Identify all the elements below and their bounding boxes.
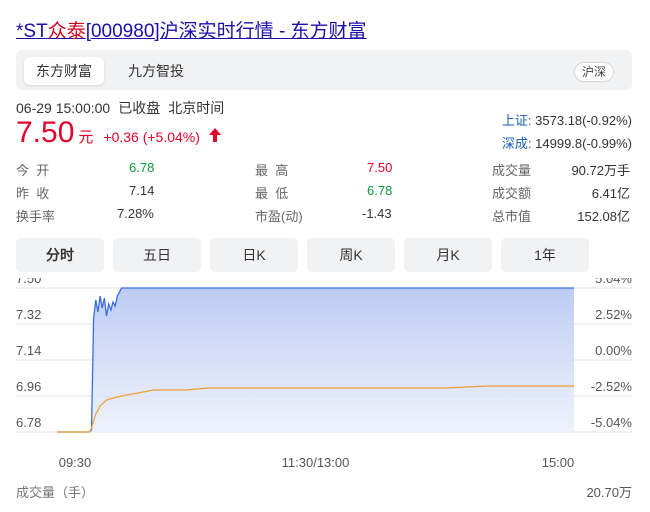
chart-series	[57, 287, 574, 433]
y-tick-right: 5.04%	[595, 278, 632, 286]
y-tick-right: -2.52%	[591, 379, 633, 394]
page-title-link[interactable]: *ST众泰[000980]沪深实时行情 - 东方财富	[16, 16, 367, 43]
stat-low-label: 最 低	[255, 186, 289, 201]
stat-market-cap: 总市值	[492, 206, 531, 225]
y-tick-left: 7.32	[16, 307, 41, 322]
stat-pe-label: 市盈(动)	[255, 209, 303, 224]
quote-status: 已收盘	[118, 100, 161, 116]
index-shenzhen-value: 14999.8(-0.99%)	[535, 136, 632, 151]
index-shenzhen-name: 深成:	[501, 136, 532, 151]
tab-five-day[interactable]: 五日	[113, 238, 201, 272]
tab-monthly-k[interactable]: 月K	[404, 238, 492, 272]
source-tab-bar: 东方财富 九方智投 沪深	[16, 50, 632, 90]
volume-label: 成交量（手）	[16, 485, 95, 500]
y-tick-left: 7.50	[16, 278, 41, 286]
y-tick-right: 2.52%	[595, 307, 632, 322]
title-prefix: *ST	[16, 21, 48, 42]
quote-timezone: 北京时间	[168, 100, 225, 116]
y-tick-left: 6.78	[16, 415, 41, 430]
index-shanghai[interactable]: 上证: 3573.18(-0.92%)	[502, 110, 632, 129]
stat-pe: 市盈(动)	[255, 206, 303, 225]
stat-high: 最 高	[255, 160, 288, 179]
stat-market-cap-label: 总市值	[492, 209, 532, 224]
stat-open-label: 今 开	[16, 163, 50, 178]
stat-amount-label: 成交额	[492, 186, 532, 201]
stat-high-value: 7.50	[367, 160, 393, 175]
price-unit: 元	[78, 129, 94, 146]
stat-open: 今 开	[16, 160, 49, 179]
volume-max-value: 20.70万	[586, 485, 632, 500]
price-area	[57, 288, 574, 432]
stat-prev-close: 昨 收	[16, 183, 49, 202]
tab-intraday[interactable]: 分时	[16, 238, 104, 272]
index-shanghai-name: 上证:	[501, 113, 532, 128]
current-price: 7.50	[16, 116, 75, 149]
x-tick: 15:00	[542, 455, 575, 470]
stat-prev-close-label: 昨 收	[16, 186, 50, 201]
up-arrow-icon	[208, 127, 222, 148]
y-tick-right: 0.00%	[595, 343, 632, 358]
price-row: 7.50 元 +0.36 (+5.04%)	[16, 116, 222, 156]
stat-high-label: 最 高	[255, 163, 289, 178]
stat-amount: 成交额	[492, 183, 531, 202]
stat-pe-value: -1.43	[362, 206, 392, 221]
stat-low-value: 6.78	[367, 183, 393, 198]
index-shanghai-value: 3573.18(-0.92%)	[535, 113, 632, 128]
index-shenzhen[interactable]: 深成: 14999.8(-0.99%)	[502, 133, 632, 152]
y-tick-left: 6.96	[16, 379, 41, 394]
intraday-chart[interactable]: 7.50 5.04% 7.32 2.52% 7.14 0.00% 6.96 -2.52% 6.7…	[0, 278, 650, 478]
quote-datetime: 06-29 15:00:00	[16, 100, 111, 116]
stat-volume-label: 成交量	[492, 163, 532, 178]
stat-market-cap-value: 152.08亿	[577, 209, 630, 224]
title-suffix: [000980]沪深实时行情 - 东方财富	[85, 21, 367, 42]
tab-eastmoney[interactable]: 东方财富	[24, 57, 104, 85]
tab-one-year[interactable]: 1年	[501, 238, 589, 272]
stat-turnover: 换手率	[16, 206, 55, 225]
stat-prev-close-value: 7.14	[129, 183, 155, 198]
stat-volume-value: 90.72万手	[571, 163, 630, 178]
x-tick: 09:30	[59, 455, 92, 470]
y-tick-right: -5.04%	[591, 415, 633, 430]
title-stock-name: 众泰	[47, 21, 86, 42]
stat-low: 最 低	[255, 183, 288, 202]
x-tick: 11:30/13:00	[282, 455, 350, 470]
stat-turnover-value: 7.28%	[117, 206, 154, 221]
y-tick-left: 7.14	[16, 343, 41, 358]
stats-grid: 今 开 6.78 昨 收 7.14 换手率 7.28% 最 高 7.50 最 低…	[16, 156, 632, 228]
price-change: +0.36 (+5.04%)	[103, 129, 200, 145]
period-tabs: 分时 五日 日K 周K 月K 1年	[16, 238, 632, 272]
stat-amount-value: 6.41亿	[591, 186, 630, 201]
market-badge[interactable]: 沪深	[573, 62, 614, 82]
stat-turnover-label: 换手率	[16, 209, 56, 224]
tab-weekly-k[interactable]: 周K	[307, 238, 395, 272]
stat-volume: 成交量	[492, 160, 531, 179]
tab-jiufang[interactable]: 九方智投	[116, 57, 196, 85]
tab-daily-k[interactable]: 日K	[210, 238, 298, 272]
stat-open-value: 6.78	[129, 160, 155, 175]
quote-meta: 06-29 15:00:00 已收盘 北京时间	[16, 98, 232, 118]
